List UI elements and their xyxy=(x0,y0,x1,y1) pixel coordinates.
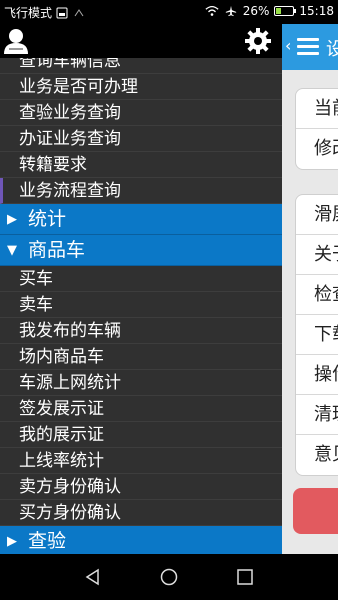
menu-item-sell-car[interactable]: 卖车 xyxy=(0,292,282,318)
menu-item-business-eligibility[interactable]: 业务是否可办理 xyxy=(0,74,282,100)
top-app-bar: ‹ 设 xyxy=(282,24,338,70)
section-header-inspection[interactable]: ▶ 查验 xyxy=(0,526,282,554)
section-label-stats: 统计 xyxy=(28,207,67,230)
wifi-icon xyxy=(205,5,219,16)
gear-icon[interactable] xyxy=(244,27,272,55)
chevron-left-icon[interactable]: ‹ xyxy=(285,36,291,55)
settings-row-operation[interactable]: 操作 xyxy=(296,355,338,395)
carrier-text: 飞行模式 xyxy=(4,6,53,20)
section-label-goods-cars: 商品车 xyxy=(28,238,86,261)
battery-icon xyxy=(274,6,297,16)
settings-row-slide[interactable]: 滑屏 xyxy=(296,195,338,235)
caret-down-icon: ▼ xyxy=(7,242,17,258)
section-header-stats[interactable]: ▶ 统计 xyxy=(0,204,282,235)
drawer-header xyxy=(0,24,282,58)
logout-button[interactable] xyxy=(293,488,338,534)
status-left: 飞行模式 xyxy=(4,4,86,21)
settings-row-feedback[interactable]: 意见 xyxy=(296,435,338,475)
sim-icon xyxy=(56,7,68,18)
menu-icon[interactable] xyxy=(297,38,319,56)
settings-group-account: 当前 修改 xyxy=(295,88,338,170)
airplane-icon xyxy=(225,5,236,17)
settings-page-partial: ‹ 设 当前 修改 滑屏 关于 检查 下载 操作 清理 意见 xyxy=(282,24,338,554)
home-icon[interactable] xyxy=(160,568,178,586)
menu-item-transfer-requirements[interactable]: 转籍要求 xyxy=(0,152,282,178)
menu-item-my-display-cert[interactable]: 我的展示证 xyxy=(0,422,282,448)
settings-row-check[interactable]: 检查 xyxy=(296,275,338,315)
signal-icon xyxy=(74,8,84,16)
menu-item-my-published-vehicles[interactable]: 我发布的车辆 xyxy=(0,318,282,344)
settings-row-download[interactable]: 下载 xyxy=(296,315,338,355)
navigation-drawer: 查询车辆信息 业务是否可办理 查验业务查询 办证业务查询 转籍要求 业务流程查询… xyxy=(0,24,282,554)
drawer-menu-scroll: 查询车辆信息 业务是否可办理 查验业务查询 办证业务查询 转籍要求 业务流程查询… xyxy=(0,58,282,554)
caret-right-icon: ▶ xyxy=(7,533,17,549)
back-icon[interactable] xyxy=(84,568,102,586)
clock: 15:18 xyxy=(299,4,334,18)
settings-row-clear[interactable]: 清理 xyxy=(296,395,338,435)
menu-item-issue-display-cert[interactable]: 签发展示证 xyxy=(0,396,282,422)
menu-item-seller-identity[interactable]: 卖方身份确认 xyxy=(0,474,282,500)
battery-percent: 26% xyxy=(242,4,270,18)
recents-icon[interactable] xyxy=(236,568,254,586)
menu-item-process-query[interactable]: 业务流程查询 xyxy=(0,178,282,204)
settings-row-about[interactable]: 关于 xyxy=(296,235,338,275)
system-nav-bar xyxy=(0,554,338,600)
status-bar: 飞行模式 26% 15:18 xyxy=(0,0,338,24)
section-header-goods-cars[interactable]: ▼ 商品车 xyxy=(0,235,282,266)
menu-item-online-rate-stats[interactable]: 上线率统计 xyxy=(0,448,282,474)
settings-group-general: 滑屏 关于 检查 下载 操作 清理 意见 xyxy=(295,194,338,476)
menu-item-yard-vehicles[interactable]: 场内商品车 xyxy=(0,344,282,370)
user-avatar-icon[interactable] xyxy=(3,27,29,55)
menu-item-buy-car[interactable]: 买车 xyxy=(0,266,282,292)
menu-item-listing-stats[interactable]: 车源上网统计 xyxy=(0,370,282,396)
status-right: 26% 15:18 xyxy=(205,4,334,18)
caret-right-icon: ▶ xyxy=(7,211,17,227)
settings-row-modify[interactable]: 修改 xyxy=(296,129,338,169)
section-label-inspection: 查验 xyxy=(28,529,67,552)
menu-item-inspection-query[interactable]: 查验业务查询 xyxy=(0,100,282,126)
settings-row-current[interactable]: 当前 xyxy=(296,89,338,129)
menu-item-license-query[interactable]: 办证业务查询 xyxy=(0,126,282,152)
menu-item-buyer-identity[interactable]: 买方身份确认 xyxy=(0,500,282,526)
drawer-menu-list: 查询车辆信息 业务是否可办理 查验业务查询 办证业务查询 转籍要求 业务流程查询… xyxy=(0,58,282,554)
page-title: 设 xyxy=(326,39,338,60)
battery-fill xyxy=(276,8,282,14)
menu-item-vehicle-info[interactable]: 查询车辆信息 xyxy=(0,58,282,74)
